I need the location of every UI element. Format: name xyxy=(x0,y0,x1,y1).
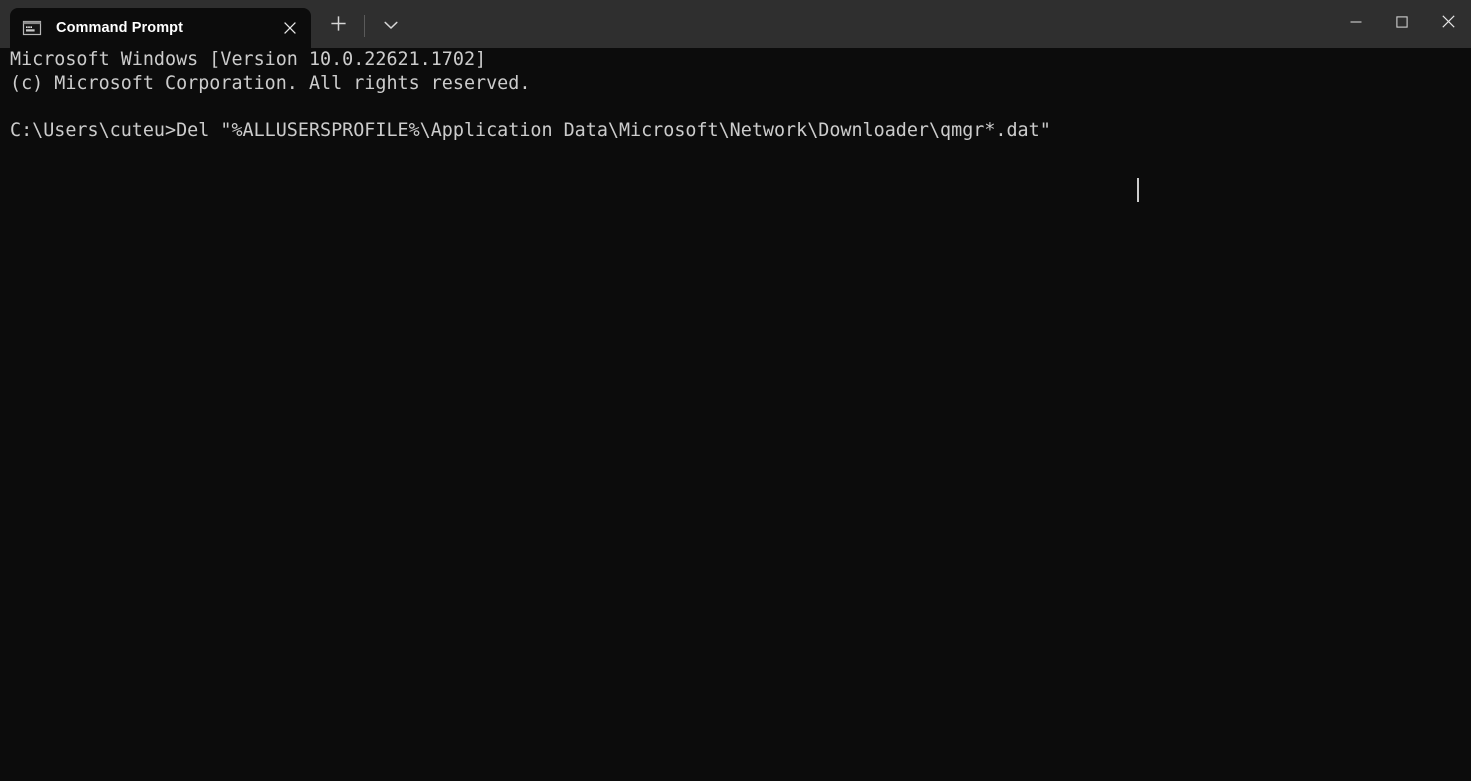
new-tab-button[interactable] xyxy=(320,8,356,44)
maximize-icon xyxy=(1396,15,1408,33)
tab-strip: Command Prompt xyxy=(0,0,409,48)
tab-strip-divider xyxy=(364,15,365,37)
minimize-icon xyxy=(1350,15,1362,33)
terminal-cursor xyxy=(1137,178,1139,202)
close-button[interactable] xyxy=(1425,0,1471,48)
terminal-text: Microsoft Windows [Version 10.0.22621.17… xyxy=(10,49,1051,142)
plus-icon xyxy=(330,15,347,37)
tab-label: Command Prompt xyxy=(56,20,184,36)
close-icon xyxy=(1441,15,1455,33)
tab-close-icon[interactable] xyxy=(273,11,307,45)
title-bar[interactable]: Command Prompt xyxy=(0,0,1471,48)
tab-command-prompt[interactable]: Command Prompt xyxy=(10,8,311,48)
terminal-output-area[interactable]: Microsoft Windows [Version 10.0.22621.17… xyxy=(0,48,1471,781)
window-controls xyxy=(1333,0,1471,48)
tab-dropdown-button[interactable] xyxy=(373,8,409,44)
minimize-button[interactable] xyxy=(1333,0,1379,48)
command-prompt-window: Command Prompt Microsoft Windows [Versio… xyxy=(0,0,1471,781)
console-window-icon xyxy=(21,17,43,39)
chevron-down-icon xyxy=(384,17,398,35)
maximize-button[interactable] xyxy=(1379,0,1425,48)
